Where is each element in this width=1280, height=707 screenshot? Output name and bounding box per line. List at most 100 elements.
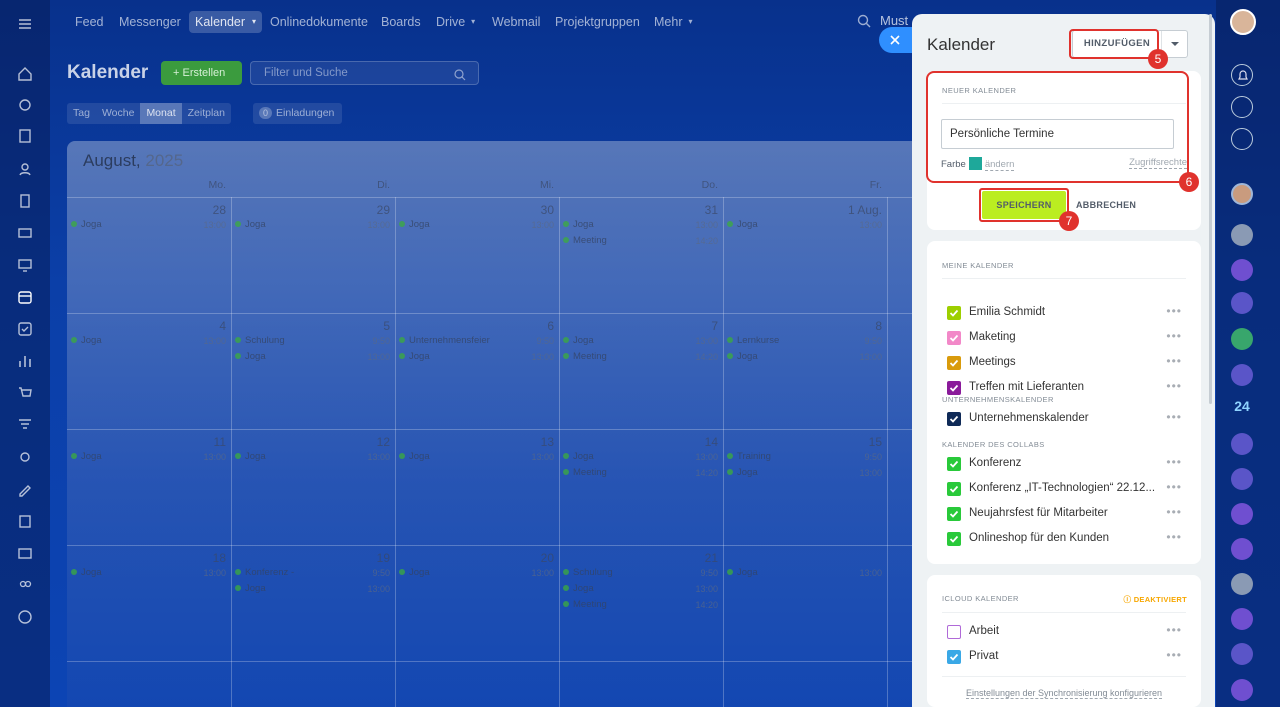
tab-woche[interactable]: Woche bbox=[96, 103, 141, 124]
day-number[interactable]: 20 bbox=[514, 551, 554, 565]
pen-icon[interactable] bbox=[17, 481, 33, 497]
contact-avatar-2[interactable] bbox=[1231, 224, 1253, 246]
app-icon-10[interactable] bbox=[1231, 679, 1253, 701]
calendar-event[interactable]: Unternehmensfeier bbox=[399, 335, 490, 346]
calendar-event[interactable]: Schulung bbox=[563, 567, 613, 578]
calendar-list-item[interactable]: Onlineshop für den Kunden ••• bbox=[947, 530, 1182, 547]
calendar-event[interactable]: Joga bbox=[399, 451, 430, 462]
calendar-event[interactable]: Joga bbox=[727, 467, 758, 478]
calendar-list-item[interactable]: Konferenz ••• bbox=[947, 455, 1182, 472]
calendar-checkbox[interactable] bbox=[947, 356, 961, 370]
nav-webmail[interactable]: Webmail bbox=[486, 11, 546, 33]
calendar-checkbox[interactable] bbox=[947, 306, 961, 320]
app-icon-3[interactable] bbox=[1231, 364, 1253, 386]
more-options-icon[interactable]: ••• bbox=[1166, 623, 1182, 637]
calendar-event[interactable]: Joga bbox=[235, 451, 266, 462]
calendar-checkbox[interactable] bbox=[947, 457, 961, 471]
app-icon-2[interactable] bbox=[1231, 292, 1253, 314]
day-number[interactable]: 13 bbox=[514, 435, 554, 449]
more-options-icon[interactable]: ••• bbox=[1166, 354, 1182, 368]
calendar-list-item[interactable]: Neujahrsfest für Mitarbeiter ••• bbox=[947, 505, 1182, 522]
tab-tag[interactable]: Tag bbox=[67, 103, 96, 124]
calendar-event[interactable]: Training bbox=[727, 451, 771, 462]
close-panel-button[interactable] bbox=[879, 27, 912, 53]
lock-icon[interactable] bbox=[1231, 328, 1253, 350]
nav-feed[interactable]: Feed bbox=[69, 11, 110, 33]
app-icon-6[interactable] bbox=[1231, 503, 1253, 525]
app-icon-9[interactable] bbox=[1231, 643, 1253, 665]
menu-icon[interactable] bbox=[17, 16, 33, 32]
calendar-event[interactable]: Joga bbox=[399, 219, 430, 230]
calendar-event[interactable]: Joga bbox=[399, 351, 430, 362]
calendar-event[interactable]: Joga bbox=[235, 583, 266, 594]
calendar-event[interactable]: Meeting bbox=[563, 235, 607, 246]
calendar-event[interactable]: Lernkurse bbox=[727, 335, 779, 346]
calendar-event[interactable]: Joga bbox=[399, 567, 430, 578]
nav-onlinedokumente[interactable]: Onlinedokumente bbox=[264, 11, 374, 33]
sync-settings-link[interactable]: Einstellungen der Synchronisierung konfi… bbox=[927, 688, 1201, 699]
more-options-icon[interactable]: ••• bbox=[1166, 480, 1182, 494]
more-options-icon[interactable]: ••• bbox=[1166, 329, 1182, 343]
calendar-list-item[interactable]: Emilia Schmidt ••• bbox=[947, 304, 1182, 321]
copilot-icon[interactable] bbox=[1231, 96, 1253, 118]
nav-boards[interactable]: Boards bbox=[375, 11, 427, 33]
app-icon-4[interactable] bbox=[1231, 433, 1253, 455]
calendar-event[interactable]: Meeting bbox=[563, 351, 607, 362]
calendar-event[interactable]: Meeting bbox=[563, 467, 607, 478]
checklist-icon[interactable] bbox=[17, 321, 33, 337]
calendar-event[interactable]: Joga bbox=[235, 219, 266, 230]
calendar-event[interactable]: Joga bbox=[563, 335, 594, 346]
invitations-button[interactable]: 0 Einladungen bbox=[253, 103, 343, 124]
calendar-list-item[interactable]: Unternehmenskalender ••• bbox=[947, 410, 1182, 427]
more-options-icon[interactable]: ••• bbox=[1166, 379, 1182, 393]
more-options-icon[interactable]: ••• bbox=[1166, 410, 1182, 424]
calendar-event[interactable]: Joga bbox=[727, 351, 758, 362]
calendar-event[interactable]: Joga bbox=[563, 451, 594, 462]
calendar-checkbox[interactable] bbox=[947, 482, 961, 496]
bell-icon[interactable] bbox=[1231, 64, 1253, 86]
calendar-event[interactable]: Schulung bbox=[235, 335, 285, 346]
building-icon[interactable] bbox=[17, 513, 33, 529]
app-icon-5[interactable] bbox=[1231, 468, 1253, 490]
calendar-event[interactable]: Joga bbox=[71, 451, 102, 462]
cancel-button[interactable]: ABBRECHEN bbox=[1076, 191, 1136, 219]
calendar-event[interactable]: Joga bbox=[71, 335, 102, 346]
day-number[interactable]: 7 bbox=[678, 319, 718, 333]
day-number[interactable]: 8 bbox=[842, 319, 882, 333]
calendar-event[interactable]: Joga bbox=[235, 351, 266, 362]
day-number[interactable]: 29 bbox=[350, 203, 390, 217]
contact-avatar-1[interactable] bbox=[1231, 183, 1253, 205]
calendar-event[interactable]: Joga bbox=[71, 219, 102, 230]
calendar-list-item[interactable]: Meetings ••• bbox=[947, 354, 1182, 371]
chat-icon[interactable] bbox=[1231, 128, 1253, 150]
nav-kalender[interactable]: Kalender ▾ bbox=[189, 11, 263, 33]
calendar-list-item[interactable]: Treffen mit Lieferanten ••• bbox=[947, 379, 1182, 396]
more-options-icon[interactable]: ••• bbox=[1166, 304, 1182, 318]
day-number[interactable]: 21 bbox=[678, 551, 718, 565]
calendar-event[interactable]: Joga bbox=[563, 583, 594, 594]
calendar-event[interactable]: Joga bbox=[727, 219, 758, 230]
file-icon[interactable] bbox=[17, 193, 33, 209]
more-options-icon[interactable]: ••• bbox=[1166, 648, 1182, 662]
day-number[interactable]: 31 bbox=[678, 203, 718, 217]
calendar-checkbox[interactable] bbox=[947, 381, 961, 395]
day-number[interactable]: 11 bbox=[186, 435, 226, 449]
day-number[interactable]: 30 bbox=[514, 203, 554, 217]
search-icon[interactable] bbox=[857, 14, 871, 28]
nav-projektgruppen[interactable]: Projektgruppen bbox=[549, 11, 646, 33]
card-icon[interactable] bbox=[17, 225, 33, 241]
more-options-icon[interactable]: ••• bbox=[1166, 505, 1182, 519]
calendar-list-item[interactable]: Konferenz „IT-Technologien“ 22.12... ••• bbox=[947, 480, 1182, 497]
filter-search-input[interactable]: Filter und Suche bbox=[250, 61, 479, 85]
calendar-checkbox[interactable] bbox=[947, 412, 961, 426]
day-number[interactable]: 18 bbox=[186, 551, 226, 565]
analytics-icon[interactable] bbox=[17, 353, 33, 369]
day-number[interactable]: 28 bbox=[186, 203, 226, 217]
home-icon[interactable] bbox=[17, 66, 33, 82]
app-icon-8[interactable] bbox=[1231, 608, 1253, 630]
tab-monat[interactable]: Monat bbox=[140, 103, 182, 124]
funnel-icon[interactable] bbox=[17, 417, 33, 433]
calendar-event[interactable]: Joga bbox=[563, 219, 594, 230]
contacts-icon[interactable] bbox=[17, 161, 33, 177]
day-number[interactable]: 4 bbox=[186, 319, 226, 333]
